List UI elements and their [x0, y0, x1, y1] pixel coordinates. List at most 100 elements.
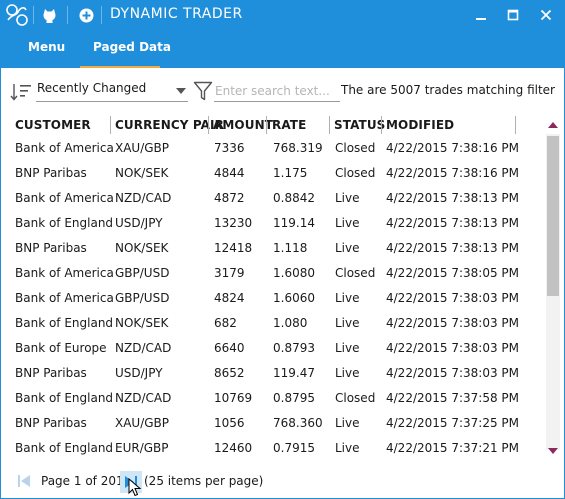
cell-currency-pair: XAU/GBP	[115, 416, 170, 430]
column-header-rate[interactable]: RATE	[272, 114, 306, 136]
cell-currency-pair: NOK/SEK	[115, 241, 169, 255]
cell-customer: Bank of England	[15, 391, 114, 405]
table-row[interactable]: Bank of England USD/JPY 13230 119.14 Liv…	[8, 211, 538, 236]
vertical-scrollbar[interactable]	[544, 114, 562, 460]
column-divider[interactable]	[381, 116, 382, 134]
cell-customer: Bank of America	[15, 191, 114, 205]
cell-amount: 10769	[214, 391, 253, 405]
cell-modified: 4/22/2015 7:38:03 PM	[386, 316, 520, 330]
active-tab-indicator	[80, 66, 160, 68]
column-divider[interactable]	[329, 116, 330, 134]
cell-modified: 4/22/2015 7:37:25 PM	[386, 416, 520, 430]
cell-status: Closed	[335, 141, 376, 155]
sort-dropdown[interactable]: Recently Changed	[36, 80, 188, 102]
cell-customer: Bank of England	[15, 441, 114, 455]
cell-customer: BNP Paribas	[15, 241, 87, 255]
column-header-amount[interactable]: AMOUNT	[213, 114, 273, 136]
scroll-up-arrow-icon[interactable]	[548, 122, 558, 128]
column-divider[interactable]	[515, 116, 516, 134]
cell-amount: 12460	[214, 441, 253, 455]
cell-status: Live	[335, 291, 360, 305]
trades-grid: CUSTOMER CURRENCY PAIR AMOUNT RATE STATU…	[8, 114, 563, 460]
scroll-thumb[interactable]	[547, 136, 559, 296]
cell-status: Live	[335, 441, 360, 455]
filter-funnel-icon	[193, 80, 213, 102]
column-header-status[interactable]: STATUS	[334, 114, 385, 136]
title-bar: DYNAMIC TRADER	[0, 0, 565, 31]
column-header-customer[interactable]: CUSTOMER	[15, 114, 91, 136]
cell-currency-pair: GBP/USD	[115, 266, 170, 280]
table-row[interactable]: BNP Paribas XAU/GBP 1056 768.360 Live 4/…	[8, 411, 538, 436]
cell-modified: 4/22/2015 7:38:13 PM	[386, 191, 520, 205]
column-divider[interactable]	[110, 116, 111, 134]
table-row[interactable]: Bank of England EUR/GBP 12460 0.7915 Liv…	[8, 436, 538, 461]
title-separator	[67, 6, 68, 24]
cell-rate: 1.6060	[273, 291, 315, 305]
table-row[interactable]: Bank of America XAU/GBP 7336 768.319 Clo…	[8, 136, 538, 161]
github-icon[interactable]	[40, 6, 59, 25]
cell-modified: 4/22/2015 7:38:13 PM	[386, 241, 520, 255]
cell-customer: Bank of Europe	[15, 341, 107, 355]
tab-bar: Menu Paged Data	[0, 31, 565, 68]
cell-rate: 768.319	[273, 141, 323, 155]
column-divider[interactable]	[208, 116, 209, 134]
cell-status: Live	[335, 216, 360, 230]
cell-customer: BNP Paribas	[15, 416, 87, 430]
cell-amount: 682	[214, 316, 237, 330]
table-row[interactable]: Bank of Europe NZD/CAD 6640 0.8793 Live …	[8, 336, 538, 361]
add-circle-icon[interactable]	[77, 6, 96, 25]
cell-currency-pair: USD/JPY	[115, 366, 163, 380]
column-header-modified[interactable]: MODIFIED	[386, 114, 454, 136]
cell-modified: 4/22/2015 7:38:03 PM	[386, 341, 520, 355]
page-indicator: Page 1 of 201	[41, 474, 124, 488]
cell-amount: 4824	[214, 291, 245, 305]
cell-amount: 4872	[214, 191, 245, 205]
cell-currency-pair: NZD/CAD	[115, 391, 172, 405]
table-row[interactable]: BNP Paribas USD/JPY 8652 119.47 Live 4/2…	[8, 361, 538, 386]
tab-menu[interactable]: Menu	[28, 40, 65, 54]
table-row[interactable]: BNP Paribas NOK/SEK 4844 1.175 Closed 4/…	[8, 161, 538, 186]
table-row[interactable]: Bank of England NOK/SEK 682 1.080 Live 4…	[8, 311, 538, 336]
cell-status: Live	[335, 191, 360, 205]
table-body: Bank of America XAU/GBP 7336 768.319 Clo…	[8, 136, 538, 461]
sort-icon	[10, 82, 32, 102]
close-icon[interactable]	[536, 5, 556, 25]
cell-currency-pair: USD/JPY	[115, 216, 163, 230]
cell-rate: 0.8795	[273, 391, 315, 405]
cell-status: Live	[335, 241, 360, 255]
cell-status: Closed	[335, 391, 376, 405]
cell-amount: 8652	[214, 366, 245, 380]
tab-paged-data[interactable]: Paged Data	[93, 40, 171, 54]
first-page-icon[interactable]	[15, 472, 33, 490]
cell-amount: 12418	[214, 241, 253, 255]
cell-status: Live	[335, 341, 360, 355]
maximize-icon[interactable]	[503, 5, 523, 25]
cell-customer: Bank of America	[15, 291, 114, 305]
cell-currency-pair: GBP/USD	[115, 291, 170, 305]
cell-rate: 1.175	[273, 166, 308, 180]
cell-currency-pair: NZD/CAD	[115, 341, 172, 355]
cell-status: Live	[335, 366, 360, 380]
column-divider[interactable]	[266, 116, 267, 134]
cell-amount: 7336	[214, 141, 245, 155]
cell-status: Closed	[335, 266, 376, 280]
cell-rate: 768.360	[273, 416, 323, 430]
table-row[interactable]: Bank of America GBP/USD 4824 1.6060 Live…	[8, 286, 538, 311]
cell-amount: 13230	[214, 216, 253, 230]
search-input[interactable]	[214, 80, 340, 102]
title-separator	[33, 6, 34, 24]
minimize-icon[interactable]	[471, 5, 491, 25]
cell-amount: 3179	[214, 266, 245, 280]
table-row[interactable]: Bank of England NZD/CAD 10769 0.8795 Clo…	[8, 386, 538, 411]
table-row[interactable]: BNP Paribas NOK/SEK 12418 1.118 Live 4/2…	[8, 236, 538, 261]
app-logo-icon	[4, 2, 30, 28]
table-row[interactable]: Bank of America NZD/CAD 4872 0.8842 Live…	[8, 186, 538, 211]
table-row[interactable]: Bank of America GBP/USD 3179 1.6080 Clos…	[8, 261, 538, 286]
cell-amount: 4844	[214, 166, 245, 180]
cell-customer: BNP Paribas	[15, 166, 87, 180]
cell-status: Closed	[335, 166, 376, 180]
cell-rate: 1.6080	[273, 266, 315, 280]
cell-modified: 4/22/2015 7:38:16 PM	[386, 141, 520, 155]
cell-modified: 4/22/2015 7:38:16 PM	[386, 166, 520, 180]
scroll-down-arrow-icon[interactable]	[548, 448, 558, 454]
